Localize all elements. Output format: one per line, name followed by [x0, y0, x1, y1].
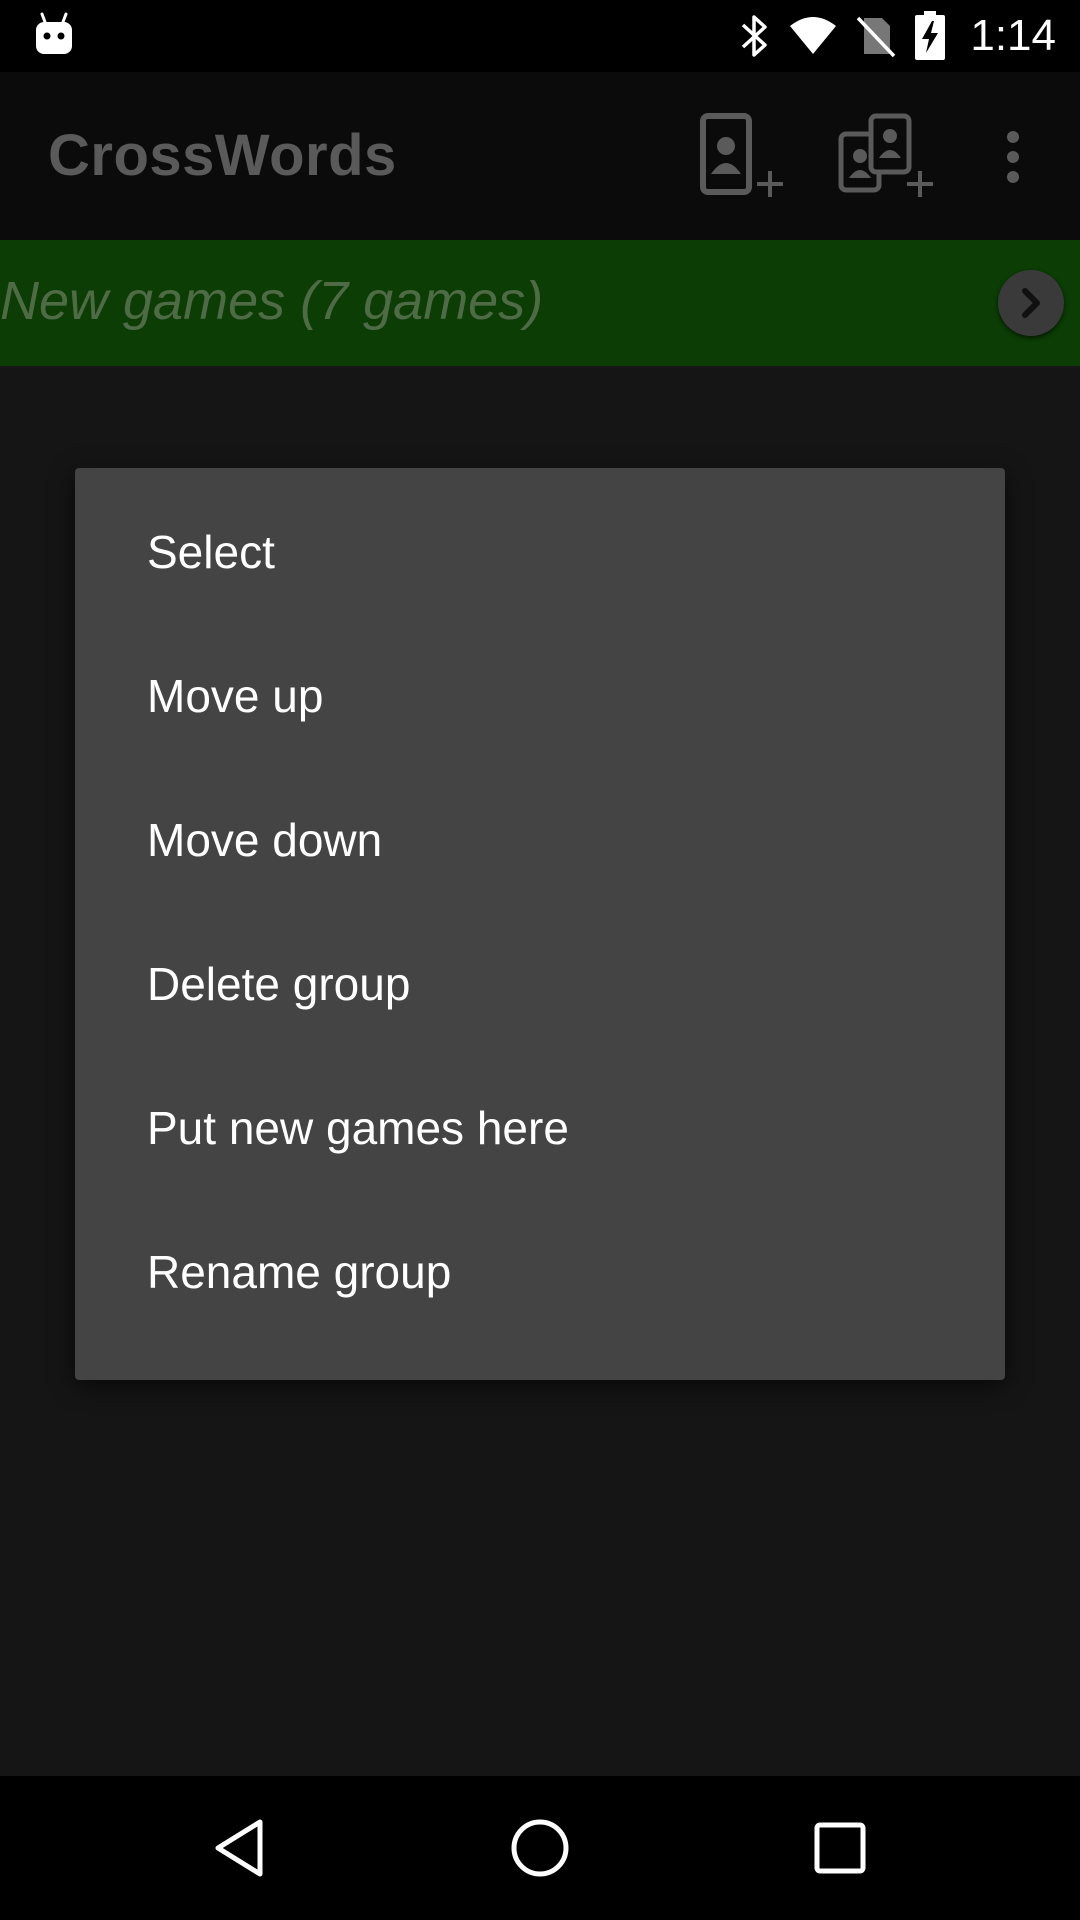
screen: 1:14 CrossWords New games (7 games) Sele…	[0, 0, 1080, 1920]
chevron-right-icon	[1022, 288, 1040, 318]
bluetooth-icon	[740, 13, 770, 59]
add-network-game-button[interactable]	[830, 102, 940, 212]
overflow-menu-icon	[1007, 131, 1019, 183]
wifi-icon	[788, 16, 838, 56]
overflow-menu-button[interactable]	[988, 102, 1038, 212]
battery-charging-icon	[914, 11, 946, 61]
menu-item-delete-group[interactable]: Delete group	[75, 912, 1005, 1056]
add-local-game-button[interactable]	[680, 102, 790, 212]
menu-item-move-down[interactable]: Move down	[75, 768, 1005, 912]
status-icons: 1:14	[740, 0, 1056, 72]
add-network-game-icon	[838, 113, 933, 197]
group-context-menu: Select Move up Move down Delete group Pu…	[75, 468, 1005, 1380]
expand-group-button[interactable]	[998, 270, 1064, 336]
menu-item-select[interactable]: Select	[75, 480, 1005, 624]
recents-icon	[814, 1822, 866, 1874]
group-title: New games (7 games)	[0, 271, 544, 331]
back-icon	[215, 1819, 263, 1877]
no-sim-icon	[856, 14, 896, 58]
back-button[interactable]	[190, 1798, 290, 1898]
add-local-game-icon	[700, 113, 783, 197]
android-debug-icon	[34, 12, 74, 56]
menu-item-rename-group[interactable]: Rename group	[75, 1200, 1005, 1344]
status-clock: 1:14	[970, 11, 1056, 60]
home-icon	[511, 1819, 569, 1877]
home-button[interactable]	[490, 1798, 590, 1898]
menu-item-move-up[interactable]: Move up	[75, 624, 1005, 768]
status-bar: 1:14	[0, 0, 1080, 72]
group-header[interactable]: New games (7 games)	[0, 240, 1080, 366]
app-bar: CrossWords	[0, 72, 1080, 240]
menu-item-put-new-games-here[interactable]: Put new games here	[75, 1056, 1005, 1200]
navigation-bar	[0, 1776, 1080, 1920]
recents-button[interactable]	[790, 1798, 890, 1898]
app-title: CrossWords	[48, 123, 397, 188]
